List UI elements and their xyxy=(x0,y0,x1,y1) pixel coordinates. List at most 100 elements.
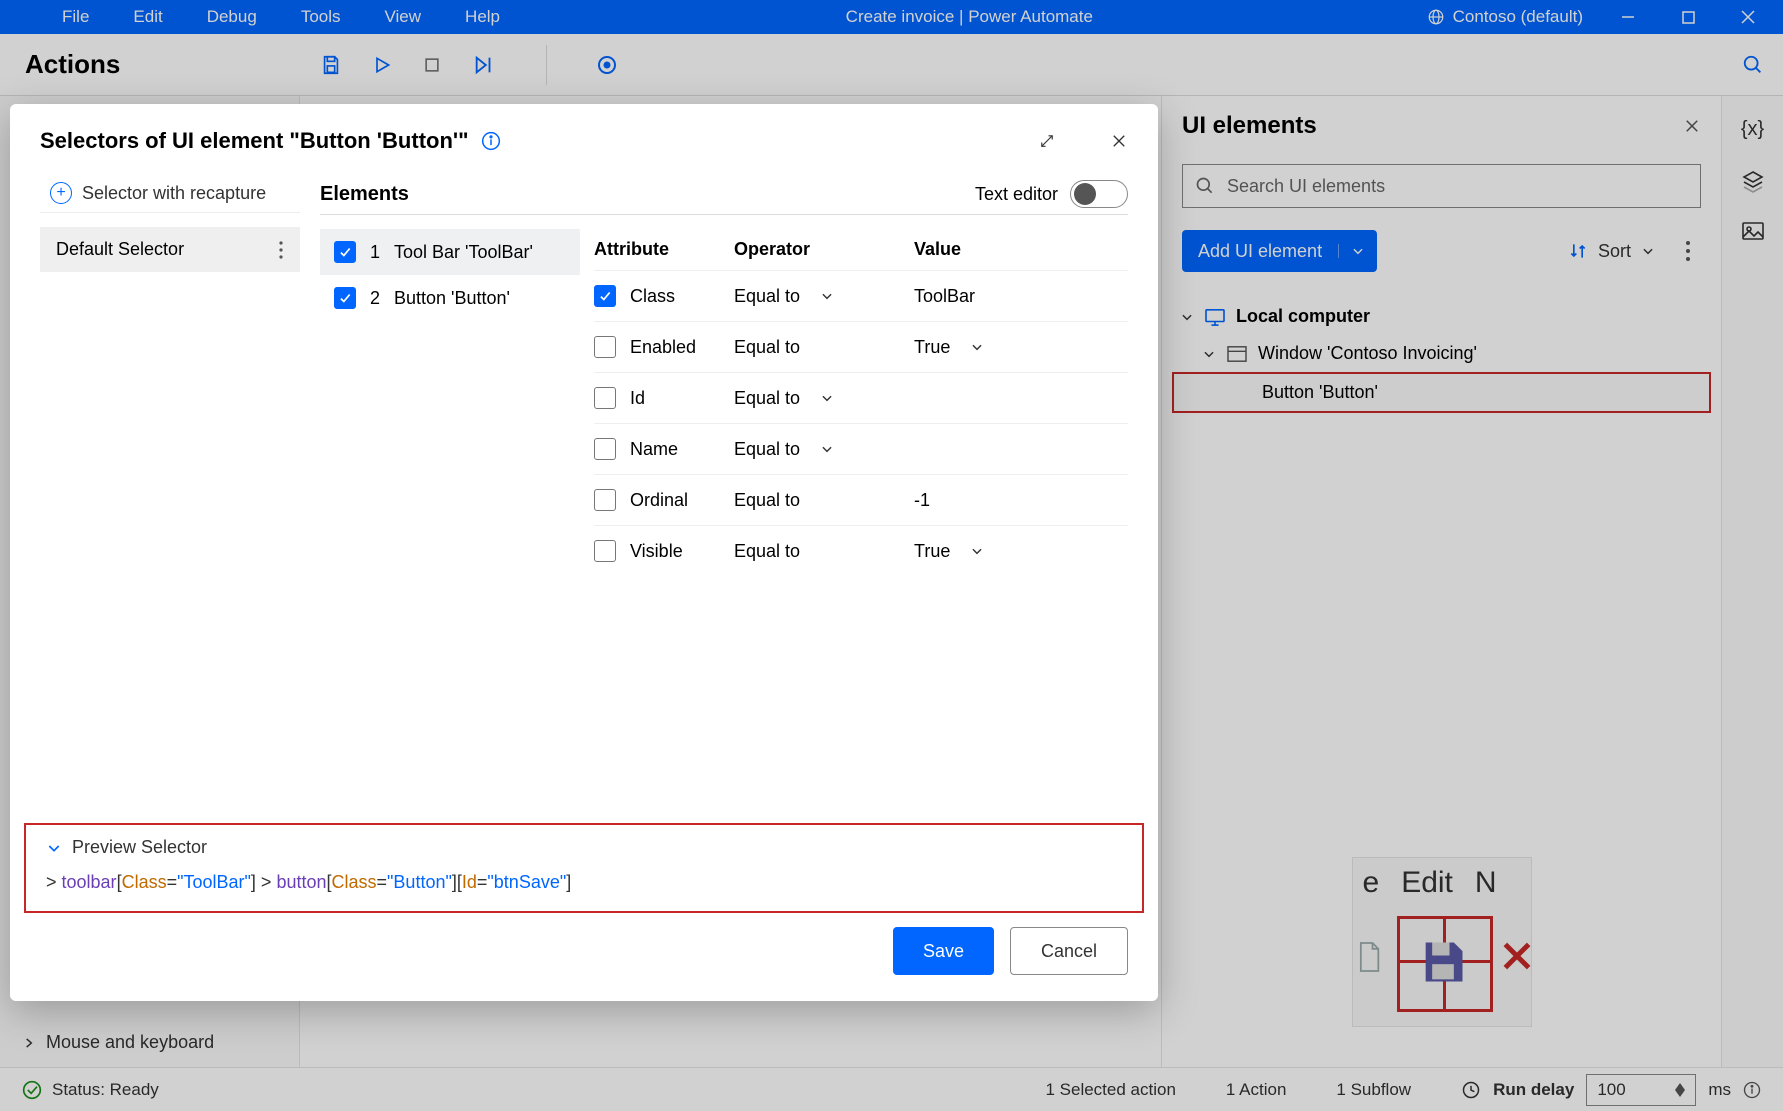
minimize-button[interactable] xyxy=(1603,0,1653,34)
close-button[interactable] xyxy=(1723,0,1773,34)
tree-node-button-selected[interactable]: Button 'Button' xyxy=(1172,372,1711,413)
window-title: Create invoice | Power Automate xyxy=(522,7,1417,27)
ui-elements-tree: Local computer Window 'Contoso Invoicing… xyxy=(1162,286,1721,425)
maximize-icon xyxy=(1682,11,1695,24)
spin-down-icon[interactable] xyxy=(1675,1090,1685,1097)
close-icon[interactable] xyxy=(1110,132,1128,150)
save-icon[interactable] xyxy=(320,54,342,76)
menu-view[interactable]: View xyxy=(363,7,444,27)
ui-elements-search[interactable]: Search UI elements xyxy=(1182,164,1701,208)
chevron-right-icon xyxy=(22,1036,36,1050)
thumb-text: N xyxy=(1475,866,1497,900)
ui-elements-close[interactable] xyxy=(1683,117,1701,135)
element-item-2[interactable]: 2 Button 'Button' xyxy=(320,275,580,321)
more-vertical-icon xyxy=(1685,240,1691,262)
attribute-row: IdEqual to xyxy=(594,372,1128,423)
environment-badge[interactable]: Contoso (default) xyxy=(1417,7,1593,27)
attr-name: Class xyxy=(630,286,675,307)
search-placeholder: Search UI elements xyxy=(1227,176,1385,197)
operator-cell[interactable]: Equal to xyxy=(734,388,914,409)
status-actions: 1 Action xyxy=(1226,1080,1287,1100)
attr-checkbox[interactable] xyxy=(594,387,616,409)
info-icon[interactable] xyxy=(481,131,501,151)
more-options[interactable] xyxy=(1675,240,1701,262)
preview-selector-toggle[interactable]: Preview Selector xyxy=(46,837,1122,858)
toolbar: Actions xyxy=(0,34,1783,96)
expand-icon[interactable] xyxy=(1038,132,1056,150)
menu-debug[interactable]: Debug xyxy=(185,7,279,27)
col-value: Value xyxy=(914,239,1128,260)
ui-elements-panel: UI elements Search UI elements Add UI el… xyxy=(1161,96,1721,1067)
maximize-button[interactable] xyxy=(1663,0,1713,34)
tree-node-label: Local computer xyxy=(1236,306,1370,327)
actions-group-label: Mouse and keyboard xyxy=(46,1032,214,1053)
spin-up-icon[interactable] xyxy=(1675,1083,1685,1090)
attr-checkbox[interactable] xyxy=(594,489,616,511)
value-cell[interactable]: True xyxy=(914,541,1128,562)
attribute-row: VisibleEqual toTrue xyxy=(594,525,1128,576)
stop-icon[interactable] xyxy=(422,55,442,75)
step-icon[interactable] xyxy=(472,54,496,76)
element-label: Button 'Button' xyxy=(394,288,510,309)
clock-icon xyxy=(1461,1080,1481,1100)
thumb-text: e xyxy=(1363,866,1380,900)
menu-help[interactable]: Help xyxy=(443,7,522,27)
status-selected-actions: 1 Selected action xyxy=(1045,1080,1175,1100)
menu-tools[interactable]: Tools xyxy=(279,7,363,27)
operator-cell[interactable]: Equal to xyxy=(734,286,914,307)
dialog-title: Selectors of UI element "Button 'Button'… xyxy=(40,128,469,154)
element-item-1[interactable]: 1 Tool Bar 'ToolBar' xyxy=(320,229,580,275)
record-icon[interactable] xyxy=(597,55,617,75)
selector-with-recapture[interactable]: + Selector with recapture xyxy=(40,174,300,213)
layers-icon[interactable] xyxy=(1741,169,1765,193)
check-circle-icon xyxy=(22,1080,42,1100)
variables-icon[interactable]: {x} xyxy=(1741,118,1764,141)
selector-item-more[interactable] xyxy=(278,240,284,260)
add-ui-element-button[interactable]: Add UI element xyxy=(1182,230,1377,272)
check-icon xyxy=(338,245,352,259)
close-icon xyxy=(1683,117,1701,135)
actions-group-mouse-keyboard[interactable]: Mouse and keyboard xyxy=(0,1018,299,1067)
element-checkbox[interactable] xyxy=(334,241,356,263)
sort-button[interactable]: Sort xyxy=(1568,241,1655,262)
run-delay-value: 100 xyxy=(1597,1080,1625,1100)
preview-selector-box: Preview Selector > toolbar[Class="ToolBa… xyxy=(24,823,1144,913)
text-editor-toggle[interactable]: Text editor xyxy=(975,180,1128,208)
menu-file[interactable]: File xyxy=(40,7,111,27)
info-icon[interactable] xyxy=(1743,1081,1761,1099)
attr-checkbox[interactable] xyxy=(594,336,616,358)
sort-label: Sort xyxy=(1598,241,1631,262)
value-cell[interactable]: True xyxy=(914,337,1128,358)
default-selector-item[interactable]: Default Selector xyxy=(40,227,300,272)
operator-cell[interactable]: Equal to xyxy=(734,439,914,460)
image-icon[interactable] xyxy=(1741,221,1765,241)
operator-cell: Equal to xyxy=(734,337,914,358)
attribute-row: OrdinalEqual to-1 xyxy=(594,474,1128,525)
chevron-down-icon xyxy=(1351,244,1365,258)
menu-edit[interactable]: Edit xyxy=(111,7,184,27)
attr-checkbox[interactable] xyxy=(594,540,616,562)
tree-node-window[interactable]: Window 'Contoso Invoicing' xyxy=(1172,335,1711,372)
toggle-switch[interactable] xyxy=(1070,180,1128,208)
window-icon xyxy=(1226,345,1248,363)
cancel-button[interactable]: Cancel xyxy=(1010,927,1128,975)
search-icon[interactable] xyxy=(1742,54,1764,76)
ui-elements-title: UI elements xyxy=(1182,112,1317,140)
element-checkbox[interactable] xyxy=(334,287,356,309)
tree-node-local-computer[interactable]: Local computer xyxy=(1172,298,1711,335)
save-button[interactable]: Save xyxy=(893,927,994,975)
environment-icon xyxy=(1427,8,1445,26)
chevron-down-icon xyxy=(1180,310,1194,324)
add-ui-element-label: Add UI element xyxy=(1182,241,1338,262)
attr-checkbox[interactable] xyxy=(594,285,616,307)
attr-name: Name xyxy=(630,439,678,460)
run-delay-input[interactable]: 100 xyxy=(1586,1074,1696,1106)
attr-checkbox[interactable] xyxy=(594,438,616,460)
element-label: Tool Bar 'ToolBar' xyxy=(394,242,533,263)
play-icon[interactable] xyxy=(372,54,392,76)
selector-builder-dialog: Selectors of UI element "Button 'Button'… xyxy=(10,104,1158,1001)
title-bar: File Edit Debug Tools View Help Create i… xyxy=(0,0,1783,34)
add-ui-element-split[interactable] xyxy=(1338,244,1377,258)
computer-icon xyxy=(1204,308,1226,326)
run-delay-label: Run delay xyxy=(1493,1080,1574,1100)
